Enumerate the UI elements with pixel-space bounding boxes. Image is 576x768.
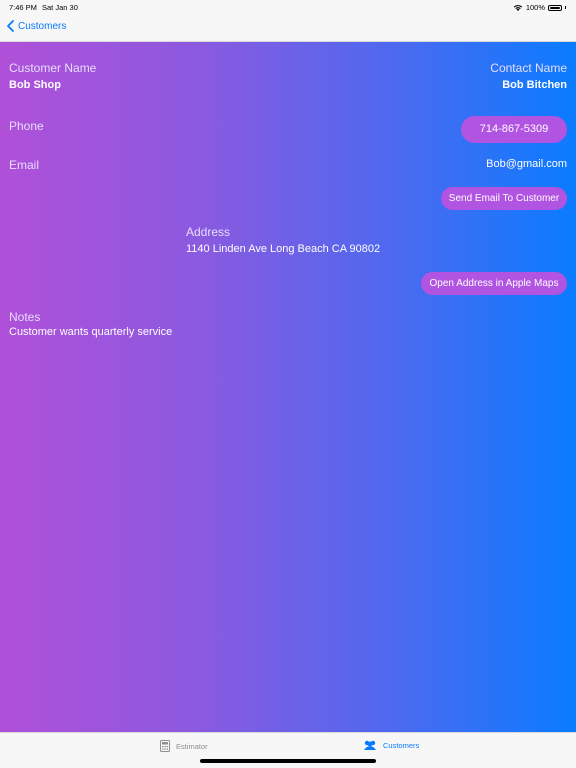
battery-percent: 100% <box>525 3 545 12</box>
back-label: Customers <box>18 20 67 32</box>
tab-customers-label: Customers <box>383 741 420 750</box>
calculator-icon <box>160 740 170 752</box>
customer-name-label: Customer Name <box>9 61 97 75</box>
wifi-icon <box>513 4 523 11</box>
status-time: 7:46 PM <box>9 3 37 12</box>
email-value[interactable]: Bob@gmail.com <box>486 158 567 170</box>
status-date: Sat Jan 30 <box>42 3 78 12</box>
phone-label: Phone <box>9 119 44 133</box>
people-icon <box>364 740 376 750</box>
customer-detail: Customer Name Bob Shop Contact Name Bob … <box>0 42 576 732</box>
chevron-left-icon <box>7 20 14 32</box>
notes-label: Notes <box>9 310 41 324</box>
open-maps-button[interactable]: Open Address in Apple Maps <box>421 272 567 295</box>
email-label: Email <box>9 158 40 172</box>
tab-estimator-label: Estimator <box>176 741 208 751</box>
notes-value: Customer wants quarterly service <box>9 326 173 338</box>
home-indicator <box>200 759 376 763</box>
navigation-bar: Customers <box>0 14 576 42</box>
customer-name: Bob Shop <box>9 79 61 91</box>
status-bar: 7:46 PM Sat Jan 30 100% <box>0 0 576 14</box>
tab-customers[interactable]: Customers <box>363 740 419 751</box>
phone-button[interactable]: 714-867-5309 <box>461 116 567 143</box>
send-email-button[interactable]: Send Email To Customer <box>441 187 567 210</box>
contact-name: Bob Bitchen <box>502 79 567 91</box>
tab-estimator[interactable]: Estimator <box>160 740 208 752</box>
back-button[interactable]: Customers <box>7 20 66 32</box>
status-right: 100% <box>513 3 566 12</box>
battery-cap <box>565 6 566 9</box>
contact-name-label: Contact Name <box>490 61 567 75</box>
address-label: Address <box>186 225 231 239</box>
battery-icon <box>548 4 562 11</box>
address-value: 1140 Linden Ave Long Beach CA 90802 <box>186 243 381 255</box>
